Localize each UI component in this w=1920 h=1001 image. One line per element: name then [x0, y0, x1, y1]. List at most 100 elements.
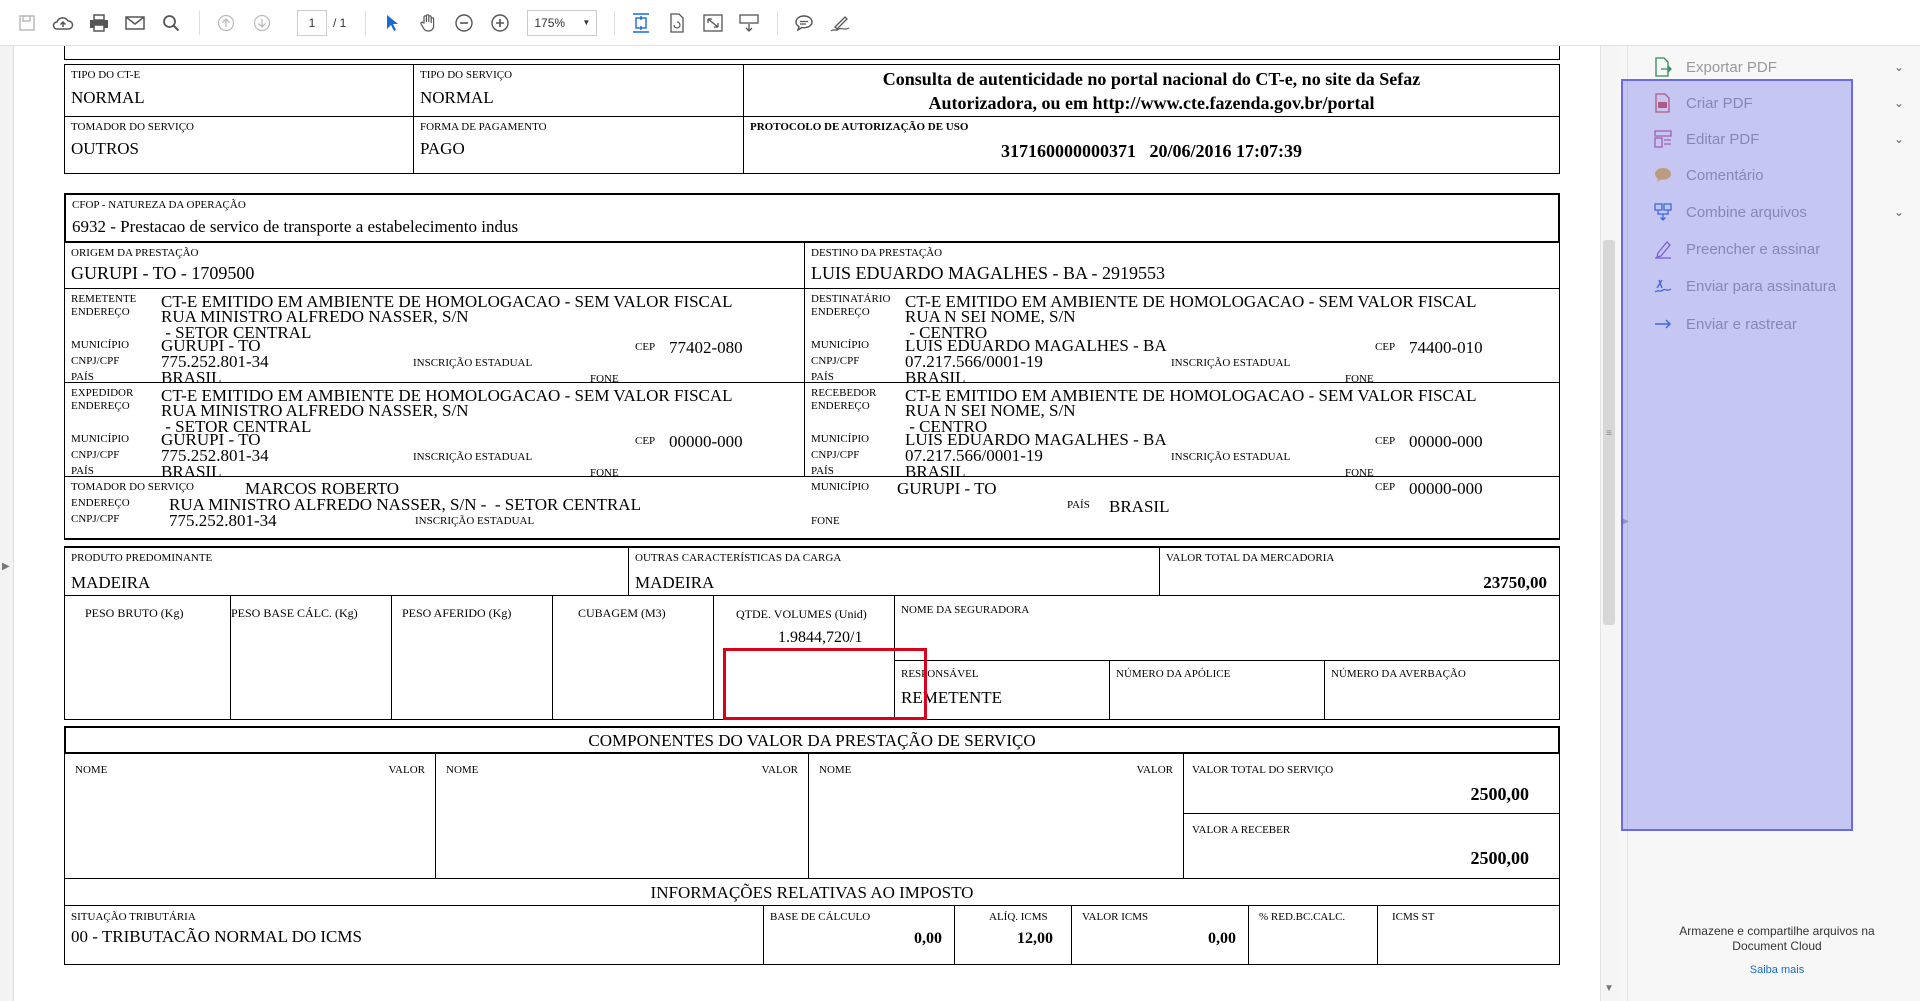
field-label: TIPO DO SERVIÇO [420, 69, 513, 81]
zoom-in-icon[interactable] [483, 6, 517, 40]
toolbar-separator [614, 10, 616, 35]
field-label: MUNICÍPIO [71, 339, 130, 351]
upload-cloud-icon[interactable] [46, 6, 80, 40]
field-value: 0,00 [914, 930, 942, 947]
field-label: INSCRIÇÃO ESTADUAL [415, 515, 535, 527]
tool-export-pdf[interactable]: Exportar PDF ⌄ [1652, 52, 1912, 82]
chevron-down-icon[interactable]: ⌄ [1894, 132, 1904, 146]
section-title: INFORMAÇÕES RELATIVAS AO IMPOSTO [650, 883, 974, 902]
toolbar-separator [365, 10, 367, 35]
destinatario-block: DESTINATÁRIO ENDEREÇO CT-E EMITIDO EM AM… [804, 288, 1560, 383]
imposto-title-cell: INFORMAÇÕES RELATIVAS AO IMPOSTO [64, 878, 1560, 906]
search-icon[interactable] [154, 6, 188, 40]
rotate-page-icon[interactable] [660, 6, 694, 40]
expand-left-pane-icon[interactable]: ▶ [2, 561, 10, 572]
municipio-value: GURUPI - TO [897, 479, 997, 498]
toolbar-separator [777, 10, 779, 35]
consulta-cell: Consulta de autenticidade no portal naci… [743, 64, 1560, 117]
vertical-scrollbar[interactable] [1600, 46, 1617, 1001]
next-page-icon[interactable] [245, 6, 279, 40]
field-label: PROTOCOLO DE AUTORIZAÇÃO DE USO [750, 121, 969, 133]
field-label: ICMS ST [1392, 911, 1435, 923]
document-view[interactable]: TIPO DO CT-E NORMAL TIPO DO SERVIÇO NORM… [14, 46, 1600, 1001]
field-label: ORIGEM DA PRESTAÇÃO [71, 247, 199, 259]
field-label: ENDEREÇO [71, 497, 130, 509]
field-label: SITUAÇÃO TRIBUTÁRIA [71, 911, 196, 923]
field-label: MUNICÍPIO [811, 481, 870, 493]
chevron-down-icon[interactable]: ⌄ [1894, 205, 1904, 219]
protocolo-value: 317160000000371 20/06/2016 17:07:39 [1001, 141, 1302, 161]
print-icon[interactable] [82, 6, 116, 40]
peso-aferido-cell: PESO AFERIDO (Kg) [391, 595, 553, 720]
componente-col-2: NOME VALOR [435, 753, 809, 879]
field-label: BASE DE CÁLCULO [770, 911, 871, 923]
export-pdf-icon [1652, 56, 1674, 78]
learn-more-link[interactable]: Saiba mais [1657, 964, 1897, 976]
pais-value: BRASIL [1109, 497, 1170, 516]
hand-tool-icon[interactable] [411, 6, 445, 40]
field-label: VALOR TOTAL DO SERVIÇO [1192, 764, 1334, 776]
field-label: VALOR ICMS [1082, 911, 1149, 923]
field-label: PAÍS [1067, 499, 1090, 511]
scroll-mode-icon[interactable] [732, 6, 766, 40]
select-cursor-icon[interactable] [375, 6, 409, 40]
pdf-reader-window: { "toolbar":{"page_current":"1","page_to… [0, 0, 1920, 1001]
outras-caracteristicas-cell: OUTRAS CARACTERÍSTICAS DA CARGA MADEIRA [628, 546, 1160, 596]
field-label: CNPJ/CPF [71, 355, 120, 367]
valor-icms-cell: VALOR ICMS 0,00 [1071, 905, 1249, 965]
field-label: TIPO DO CT-E [71, 69, 141, 81]
scroll-down-arrow[interactable]: ▼ [1604, 983, 1614, 994]
field-label: RECEBEDOR [811, 387, 877, 399]
field-label: PESO BASE CÁLC. (Kg) [231, 606, 358, 620]
cep-value: 00000-000 [669, 432, 743, 451]
chevron-down-icon[interactable]: ⌄ [1894, 96, 1904, 110]
tool-label: Exportar PDF [1686, 58, 1777, 76]
chevron-down-icon: ▼ [582, 18, 591, 27]
field-label: VALOR [388, 764, 425, 776]
field-label: PESO AFERIDO (Kg) [402, 606, 512, 620]
field-label: % RED.BC.CALC. [1259, 911, 1346, 923]
chevron-down-icon[interactable]: ⌄ [1894, 60, 1904, 74]
previous-page-icon[interactable] [209, 6, 243, 40]
comment-bubble-icon[interactable] [787, 6, 821, 40]
page-total: / 1 [333, 15, 347, 30]
section-title: COMPONENTES DO VALOR DA PRESTAÇÃO DE SER… [588, 731, 1036, 750]
field-label: CNPJ/CPF [811, 355, 860, 367]
forma-pagamento-cell: FORMA DE PAGAMENTO PAGO [413, 116, 744, 174]
email-icon[interactable] [118, 6, 152, 40]
zoom-out-icon[interactable] [447, 6, 481, 40]
componentes-title-cell: COMPONENTES DO VALOR DA PRESTAÇÃO DE SER… [64, 726, 1560, 754]
sign-pen-icon[interactable] [823, 6, 857, 40]
field-label: PRODUTO PREDOMINANTE [71, 552, 213, 564]
tomador-cell: TOMADOR DO SERVIÇO OUTROS [64, 116, 414, 174]
produto-cell: PRODUTO PREDOMINANTE MADEIRA [64, 546, 629, 596]
field-label: INSCRIÇÃO ESTADUAL [1171, 451, 1291, 463]
field-value: 2500,00 [1470, 848, 1530, 868]
field-label: INSCRIÇÃO ESTADUAL [413, 357, 533, 369]
zoom-level-select[interactable]: 175% ▼ [527, 9, 598, 36]
left-navigation-strip[interactable]: ▶ [0, 46, 14, 1001]
field-label: ENDEREÇO [811, 306, 870, 318]
field-label: MUNICÍPIO [811, 433, 870, 445]
field-label: CEP [635, 435, 656, 447]
full-screen-icon[interactable] [696, 6, 730, 40]
field-label: NOME [819, 764, 852, 776]
pais-value: BRASIL [905, 462, 966, 477]
field-label: DESTINO DA PRESTAÇÃO [811, 247, 943, 259]
field-label: CEP [1375, 481, 1396, 493]
toolbar-separator [199, 10, 200, 35]
situacao-tributaria-cell: SITUAÇÃO TRIBUTÁRIA 00 - TRIBUTACÃO NORM… [64, 905, 764, 965]
field-value: PAGO [420, 139, 465, 158]
field-value: NORMAL [420, 88, 494, 107]
base-calculo-cell: BASE DE CÁLCULO 0,00 [763, 905, 955, 965]
field-label: INSCRIÇÃO ESTADUAL [1171, 357, 1291, 369]
field-label: NOME [446, 764, 479, 776]
recebedor-block: RECEBEDOR ENDEREÇO CT-E EMITIDO EM AMBIE… [804, 382, 1560, 477]
field-value: 0,00 [1208, 930, 1236, 947]
field-label: CEP [1375, 341, 1396, 353]
consulta-line-1: Consulta de autenticidade no portal naci… [882, 69, 1421, 89]
fit-page-icon[interactable] [624, 6, 658, 40]
save-icon[interactable] [10, 6, 44, 40]
page-number-input[interactable]: 1 [297, 9, 327, 36]
field-label: CEP [635, 341, 656, 353]
